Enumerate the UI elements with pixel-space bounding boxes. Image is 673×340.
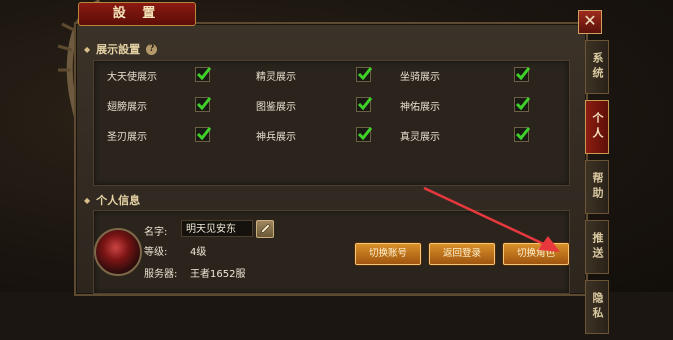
help-icon[interactable]: ?: [146, 43, 158, 55]
checkbox-true-spirit[interactable]: [514, 127, 531, 142]
diamond-bullet-icon: ◆: [84, 195, 91, 205]
tab-help[interactable]: 帮助: [585, 160, 609, 214]
checkmark-icon: [196, 97, 212, 111]
window-title: 設 置: [78, 2, 196, 26]
annotation-arrow-icon: [423, 186, 560, 252]
avatar[interactable]: [94, 228, 142, 276]
tab-system[interactable]: 系统: [585, 40, 609, 94]
server-value: 王者1652服: [190, 269, 246, 280]
display-settings-title: 展示設置: [96, 43, 141, 56]
checkmark-icon: [196, 67, 212, 81]
checkbox-holy-blade[interactable]: [195, 127, 212, 142]
checkbox-divine-blessing[interactable]: [514, 97, 531, 112]
checkbox-archangel[interactable]: [195, 67, 212, 82]
server-label: 服务器:: [144, 269, 178, 280]
close-button[interactable]: ✕: [578, 10, 602, 34]
option-label-codex: 图鉴展示: [256, 102, 296, 113]
side-tab-bar: 系统 个人 帮助 推送 隐私: [585, 40, 611, 340]
display-settings-header: ◆ 展示設置 ?: [84, 40, 158, 58]
option-label-archangel: 大天使展示: [107, 72, 157, 83]
name-field[interactable]: 明天见安东: [181, 220, 253, 237]
checkbox-mount[interactable]: [514, 67, 531, 82]
option-label-spirit: 精灵展示: [256, 72, 296, 83]
checkmark-icon: [196, 127, 212, 141]
checkmark-icon: [357, 127, 373, 141]
switch-account-button[interactable]: 切换账号: [355, 243, 421, 265]
option-label-divine-blessing: 神佑展示: [400, 102, 440, 113]
option-label-true-spirit: 真灵展示: [400, 132, 440, 143]
level-value: 4级: [190, 247, 207, 258]
tab-privacy[interactable]: 隐私: [585, 280, 609, 334]
display-options-box: [93, 60, 570, 186]
checkmark-icon: [357, 97, 373, 111]
checkbox-codex[interactable]: [356, 97, 373, 112]
tab-push[interactable]: 推送: [585, 220, 609, 274]
level-label: 等级:: [144, 247, 168, 258]
diamond-bullet-icon: ◆: [84, 44, 91, 54]
close-icon: ✕: [583, 11, 597, 30]
option-label-wings: 翅膀展示: [107, 102, 147, 113]
checkmark-icon: [515, 127, 531, 141]
option-label-divine-weapon: 神兵展示: [256, 132, 296, 143]
checkmark-icon: [515, 67, 531, 81]
name-label: 名字:: [144, 227, 168, 238]
checkmark-icon: [515, 97, 531, 111]
checkbox-spirit[interactable]: [356, 67, 373, 82]
edit-name-button[interactable]: [256, 220, 274, 238]
checkbox-divine-weapon[interactable]: [356, 127, 373, 142]
checkbox-wings[interactable]: [195, 97, 212, 112]
option-label-holy-blade: 圣刃展示: [107, 132, 147, 143]
option-label-mount: 坐骑展示: [400, 72, 440, 83]
personal-info-title: 个人信息: [96, 194, 141, 207]
checkmark-icon: [357, 67, 373, 81]
pencil-icon: [260, 223, 271, 234]
personal-info-header: ◆ 个人信息: [84, 191, 140, 209]
tab-personal[interactable]: 个人: [585, 100, 609, 154]
